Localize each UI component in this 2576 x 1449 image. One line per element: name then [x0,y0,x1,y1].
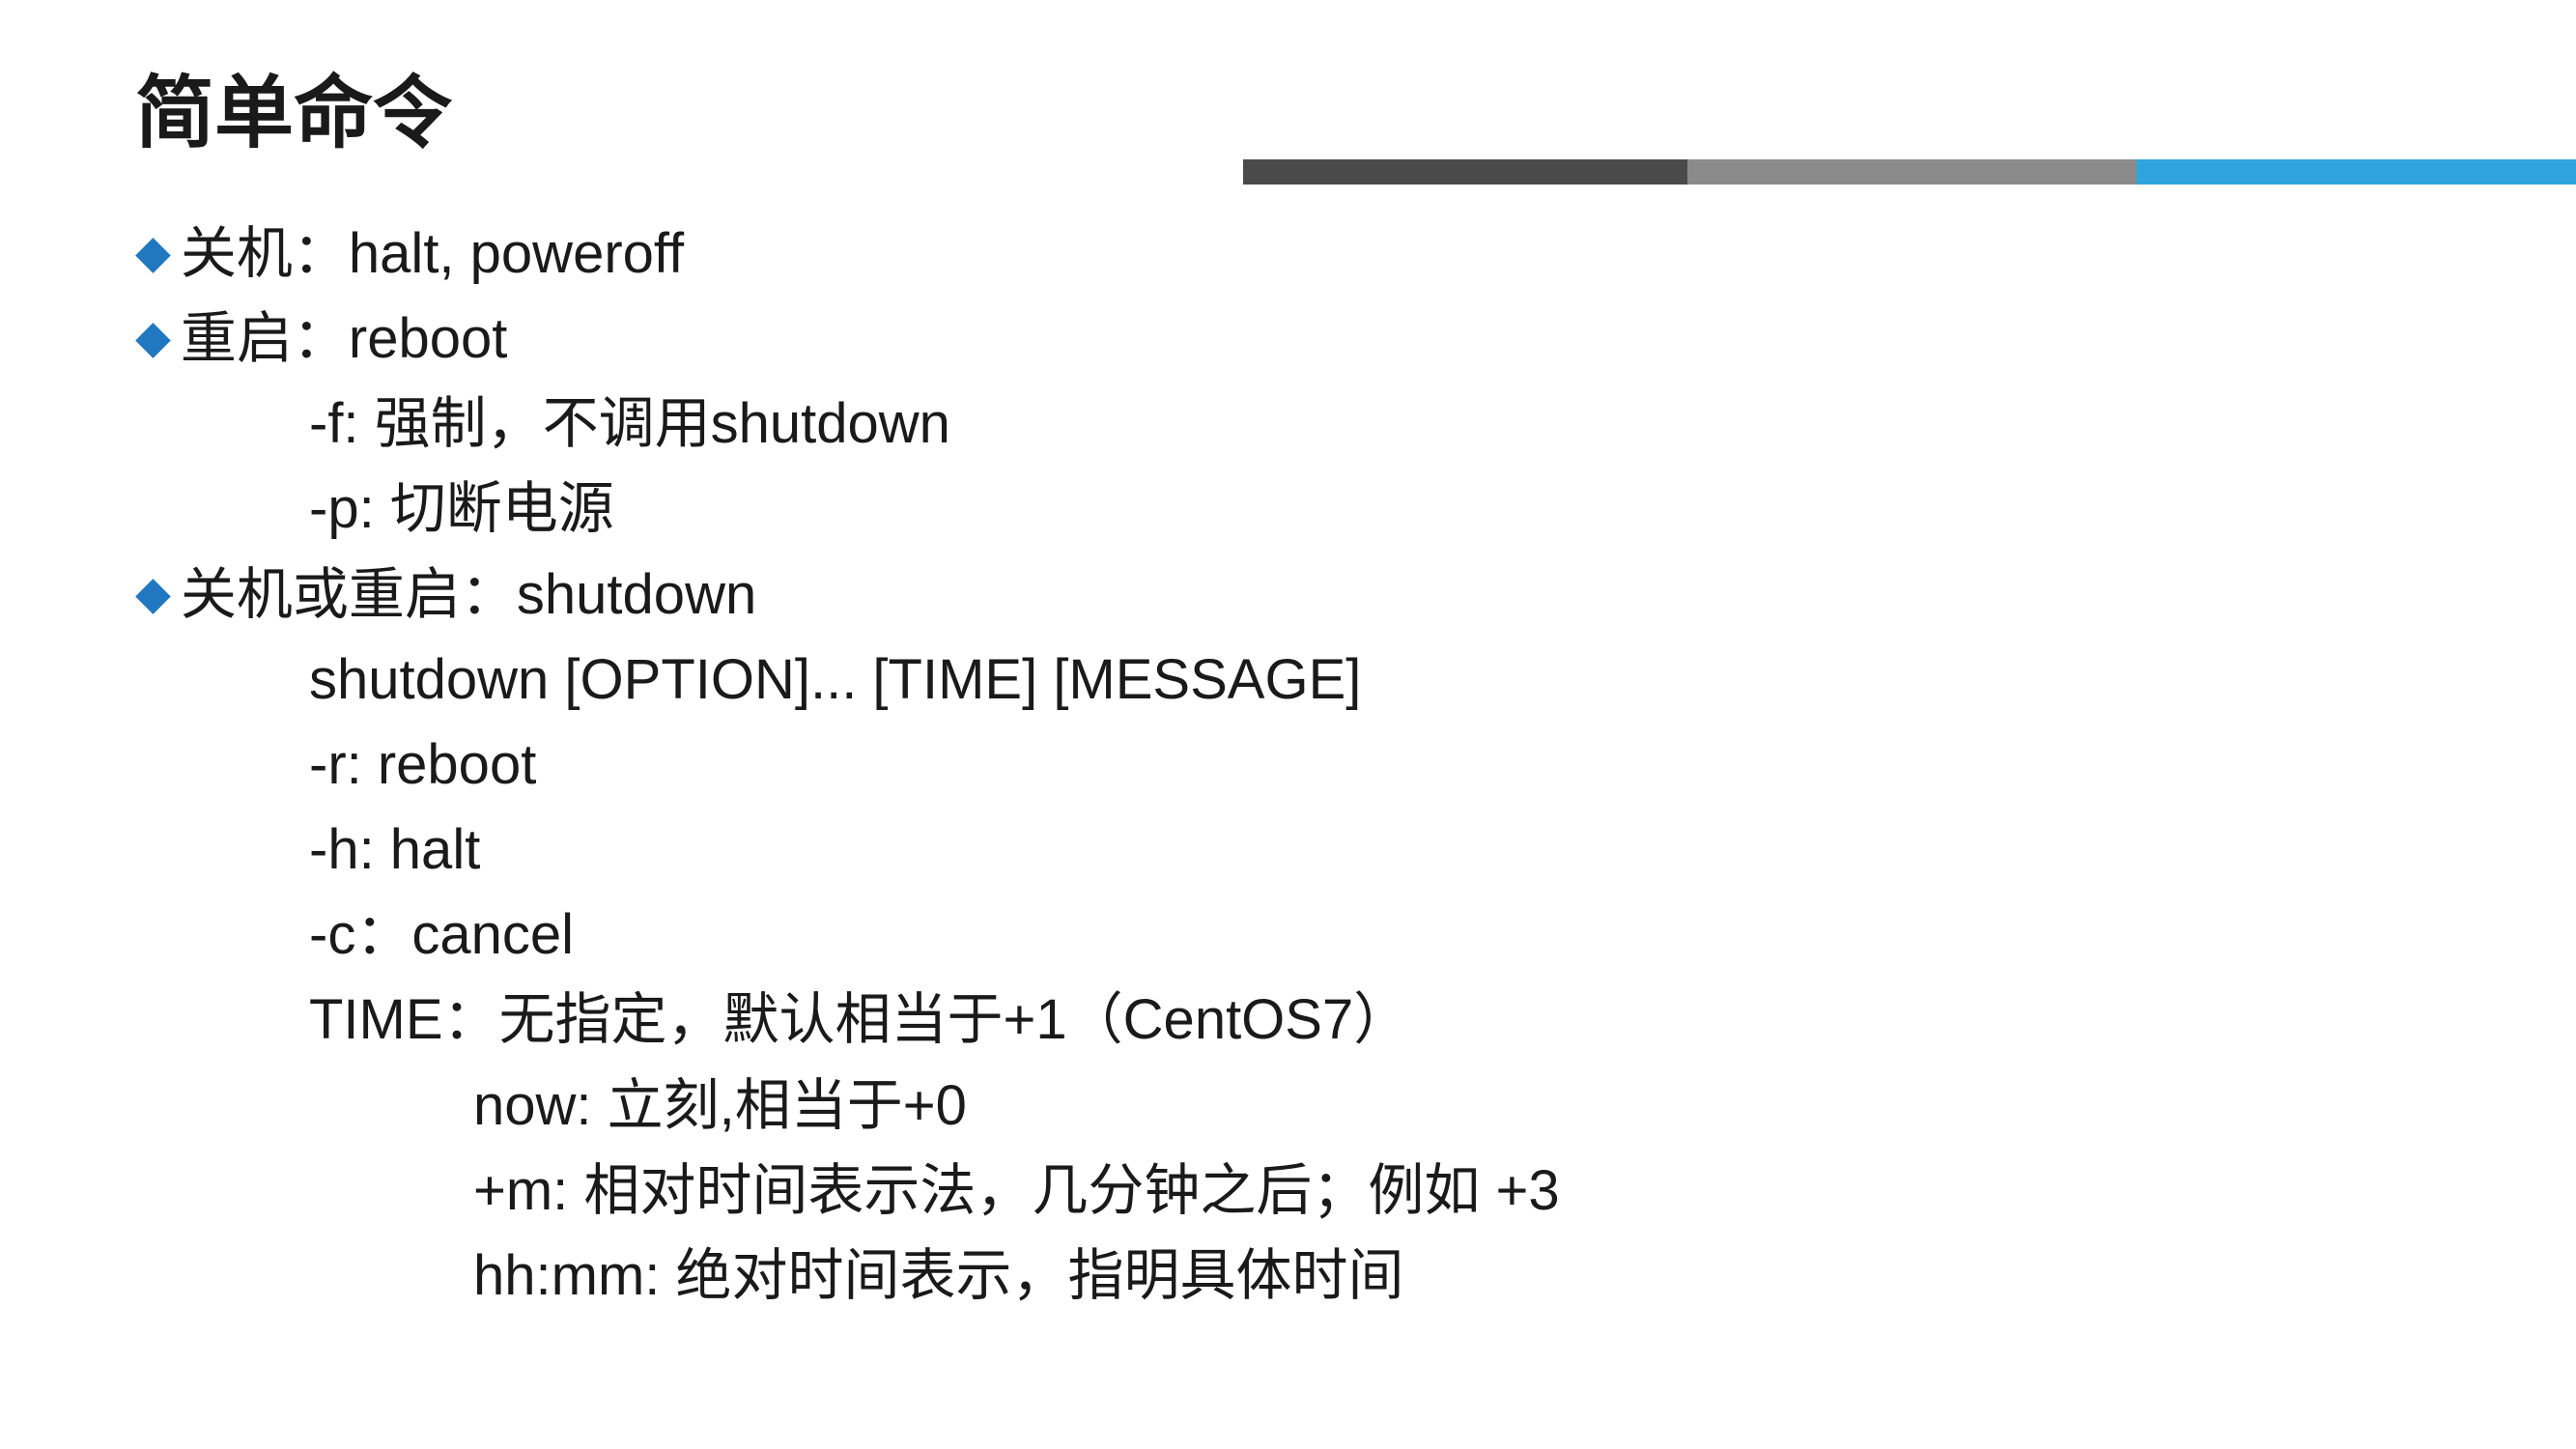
bullet-item-shutdown: ◆ 关机或重启：shutdown [135,553,2576,638]
bar-dark [1243,159,1687,185]
sub-line-force: -f: 强制，不调用shutdown [135,382,2576,467]
sub-line-now: now: 立刻,相当于+0 [135,1064,2576,1149]
content-body: ◆ 关机：halt, poweroff ◆ 重启：reboot -f: 强制，不… [135,212,2576,1319]
decorative-bars [1243,159,2576,185]
sub-line-m: +m: 相对时间表示法，几分钟之后；例如 +3 [135,1149,2576,1234]
sub-line-hhmm: hh:mm: 绝对时间表示，指明具体时间 [135,1234,2576,1319]
diamond-icon: ◆ [135,553,171,636]
bar-gray [1687,159,2137,185]
sub-line-h: -h: halt [135,808,2576,893]
slide-container: 简单命令 ◆ 关机：halt, poweroff ◆ 重启：reboot -f:… [0,0,2576,1449]
bullet-text: 关机或重启：shutdown [181,553,756,638]
sub-line-time: TIME：无指定，默认相当于+1（CentOS7） [135,978,2576,1063]
bar-blue [2137,159,2576,185]
diamond-icon: ◆ [135,212,171,295]
bullet-text: 关机：halt, poweroff [181,212,684,297]
slide-title: 简单命令 [135,48,2576,163]
sub-line-c: -c：cancel [135,893,2576,978]
sub-line-poweroff: -p: 切断电源 [135,467,2576,552]
bullet-item-reboot: ◆ 重启：reboot [135,297,2576,382]
sub-line-r: -r: reboot [135,723,2576,808]
bullet-item-halt: ◆ 关机：halt, poweroff [135,212,2576,297]
bullet-text: 重启：reboot [181,297,507,382]
diamond-icon: ◆ [135,297,171,380]
sub-line-syntax: shutdown [OPTION]... [TIME] [MESSAGE] [135,638,2576,723]
